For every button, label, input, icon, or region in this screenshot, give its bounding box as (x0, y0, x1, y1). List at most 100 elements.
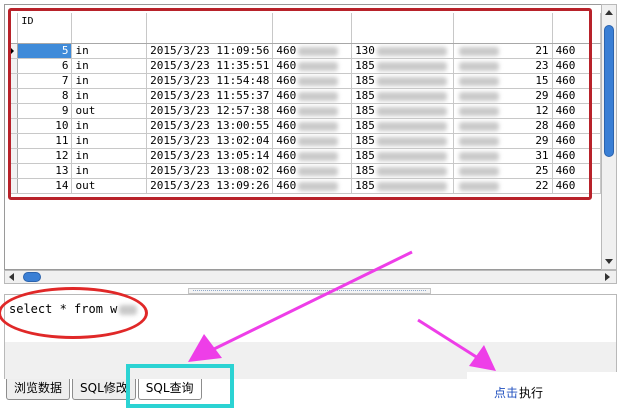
cell-number[interactable]: 28 (453, 118, 553, 134)
scroll-up-arrow-icon[interactable] (605, 10, 613, 15)
cell-code[interactable]: 460 (272, 178, 353, 194)
cell-code[interactable]: 460 (272, 58, 353, 74)
cell-direction[interactable]: in (71, 163, 148, 179)
scroll-left-arrow-icon[interactable] (9, 273, 14, 281)
row-selector[interactable] (9, 133, 19, 149)
horizontal-scrollbar[interactable] (4, 270, 617, 284)
cell-last[interactable]: 460 (552, 148, 601, 164)
cell-id[interactable]: 7 (17, 73, 73, 89)
table-row[interactable]: 5 in 2015/3/23 11:09:56 460 130 21 460 (9, 43, 601, 59)
cell-id[interactable]: 11 (17, 133, 73, 149)
vertical-scroll-thumb[interactable] (604, 25, 614, 157)
cell-id[interactable]: 8 (17, 88, 73, 104)
cell-last[interactable]: 460 (552, 43, 601, 59)
table-row[interactable]: 8 in 2015/3/23 11:55:37 460 185 29 460 (9, 88, 601, 104)
cell-time[interactable]: 2015/3/23 11:55:37 (146, 88, 274, 104)
cell-phone[interactable]: 185 (351, 73, 454, 89)
column-header-4[interactable] (272, 13, 353, 44)
cell-number[interactable]: 12 (453, 103, 553, 119)
cell-last[interactable]: 460 (552, 163, 601, 179)
column-header-3[interactable] (146, 13, 274, 44)
cell-phone[interactable]: 185 (351, 148, 454, 164)
cell-code[interactable]: 460 (272, 88, 353, 104)
row-selector[interactable] (9, 73, 19, 89)
row-selector[interactable] (9, 58, 19, 74)
cell-direction[interactable]: in (71, 58, 148, 74)
column-header-id[interactable]: ID (17, 13, 73, 44)
cell-id[interactable]: 5 (17, 43, 73, 59)
table-row[interactable]: 12 in 2015/3/23 13:05:14 460 185 31 460 (9, 148, 601, 164)
cell-phone[interactable]: 130 (351, 43, 454, 59)
cell-last[interactable]: 460 (552, 118, 601, 134)
cell-last[interactable]: 460 (552, 178, 601, 194)
cell-direction[interactable]: in (71, 43, 148, 59)
cell-direction[interactable]: in (71, 148, 148, 164)
cell-id[interactable]: 14 (17, 178, 73, 194)
cell-direction[interactable]: out (71, 103, 148, 119)
cell-direction[interactable]: out (71, 178, 148, 194)
cell-number[interactable]: 23 (453, 58, 553, 74)
cell-id[interactable]: 9 (17, 103, 73, 119)
cell-phone[interactable]: 185 (351, 103, 454, 119)
cell-time[interactable]: 2015/3/23 11:54:48 (146, 73, 274, 89)
cell-code[interactable]: 460 (272, 133, 353, 149)
cell-code[interactable]: 460 (272, 103, 353, 119)
cell-id[interactable]: 10 (17, 118, 73, 134)
column-header-5[interactable] (351, 13, 454, 44)
cell-time[interactable]: 2015/3/23 11:35:51 (146, 58, 274, 74)
cell-number[interactable]: 25 (453, 163, 553, 179)
cell-last[interactable]: 460 (552, 133, 601, 149)
cell-time[interactable]: 2015/3/23 12:57:38 (146, 103, 274, 119)
row-selector[interactable] (9, 43, 19, 59)
cell-last[interactable]: 460 (552, 103, 601, 119)
cell-phone[interactable]: 185 (351, 178, 454, 194)
tab-browse-data[interactable]: 浏览数据 (6, 379, 71, 400)
cell-code[interactable]: 460 (272, 148, 353, 164)
cell-number[interactable]: 22 (453, 178, 553, 194)
cell-number[interactable]: 15 (453, 73, 553, 89)
horizontal-scroll-thumb[interactable] (23, 272, 41, 282)
row-selector[interactable] (9, 88, 19, 104)
cell-direction[interactable]: in (71, 133, 148, 149)
cell-last[interactable]: 460 (552, 73, 601, 89)
row-selector[interactable] (9, 178, 19, 194)
cell-id[interactable]: 13 (17, 163, 73, 179)
cell-direction[interactable]: in (71, 88, 148, 104)
cell-id[interactable]: 6 (17, 58, 73, 74)
cell-code[interactable]: 460 (272, 118, 353, 134)
cell-time[interactable]: 2015/3/23 13:05:14 (146, 148, 274, 164)
cell-id[interactable]: 12 (17, 148, 73, 164)
row-selector[interactable] (9, 148, 19, 164)
cell-time[interactable]: 2015/3/23 13:02:04 (146, 133, 274, 149)
column-header-7[interactable] (552, 13, 601, 44)
table-row[interactable]: 11 in 2015/3/23 13:02:04 460 185 29 460 (9, 133, 601, 149)
cell-phone[interactable]: 185 (351, 118, 454, 134)
table-row[interactable]: 13 in 2015/3/23 13:08:02 460 185 25 460 (9, 163, 601, 179)
cell-last[interactable]: 460 (552, 58, 601, 74)
vertical-scrollbar[interactable] (601, 4, 617, 270)
scroll-down-arrow-icon[interactable] (605, 259, 613, 264)
execute-button[interactable]: 执行 (519, 384, 543, 401)
cell-time[interactable]: 2015/3/23 11:09:56 (146, 43, 274, 59)
row-selector[interactable] (9, 163, 19, 179)
cell-code[interactable]: 460 (272, 73, 353, 89)
table-row[interactable]: 9 out 2015/3/23 12:57:38 460 185 12 460 (9, 103, 601, 119)
cell-phone[interactable]: 185 (351, 58, 454, 74)
cell-direction[interactable]: in (71, 118, 148, 134)
cell-number[interactable]: 29 (453, 88, 553, 104)
cell-number[interactable]: 31 (453, 148, 553, 164)
row-selector[interactable] (9, 118, 19, 134)
cell-direction[interactable]: in (71, 73, 148, 89)
column-header-6[interactable] (453, 13, 553, 44)
cell-phone[interactable]: 185 (351, 163, 454, 179)
cell-last[interactable]: 460 (552, 88, 601, 104)
cell-number[interactable]: 21 (453, 43, 553, 59)
column-header-2[interactable] (71, 13, 148, 44)
table-row[interactable]: 6 in 2015/3/23 11:35:51 460 185 23 460 (9, 58, 601, 74)
cell-phone[interactable]: 185 (351, 88, 454, 104)
table-row[interactable]: 14 out 2015/3/23 13:09:26 460 185 22 460 (9, 178, 601, 194)
cell-time[interactable]: 2015/3/23 13:08:02 (146, 163, 274, 179)
cell-code[interactable]: 460 (272, 43, 353, 59)
table-row[interactable]: 10 in 2015/3/23 13:00:55 460 185 28 460 (9, 118, 601, 134)
scroll-right-arrow-icon[interactable] (605, 273, 610, 281)
